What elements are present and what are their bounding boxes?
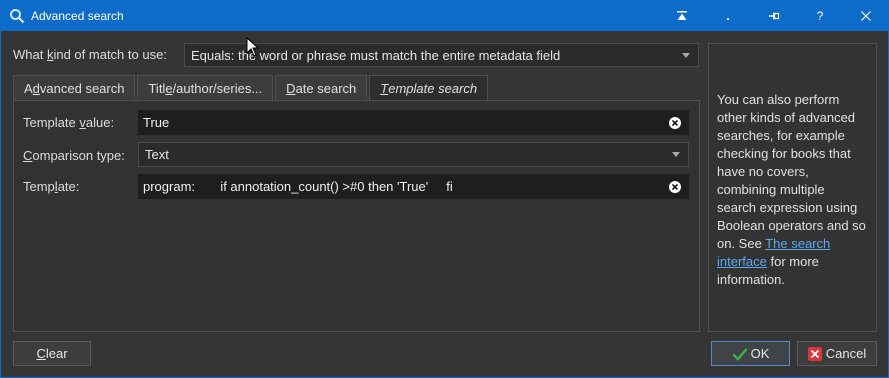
pin-icon (769, 12, 780, 19)
cancel-button[interactable]: Cancel (797, 341, 877, 366)
match-type-label: What kind of match to use: (13, 47, 167, 62)
comparison-type-dropdown[interactable]: Text (138, 142, 689, 167)
clear-icon (672, 120, 678, 126)
tab-date-search[interactable]: Date search (275, 75, 368, 100)
chevron-down-icon (682, 53, 690, 58)
match-type-dropdown[interactable]: Equals: the word or phrase must match th… (184, 43, 699, 67)
ok-label: OK (750, 346, 770, 361)
clear-button[interactable]: Clear (13, 341, 91, 366)
template-value-text: True (143, 115, 170, 130)
chevron-down-icon (672, 152, 680, 157)
minimize-icon (727, 17, 729, 20)
template-input[interactable]: program: if annotation_count() >#0 then … (138, 174, 689, 199)
minimize-button[interactable] (705, 0, 751, 31)
search-icon (10, 8, 25, 23)
window-controls: ? (659, 0, 889, 31)
template-label: Template: (23, 179, 80, 194)
template-text: program: if annotation_count() >#0 then … (143, 179, 453, 194)
cancel-label: Cancel (825, 346, 867, 361)
comparison-type-label: Comparison type: (23, 148, 125, 163)
keep-on-top-button[interactable] (659, 0, 705, 31)
checkmark-icon (732, 347, 748, 361)
close-icon (861, 10, 871, 21)
template-value-input[interactable]: True (138, 110, 689, 135)
ok-button[interactable]: OK (711, 341, 790, 366)
tab-bar: Ad vanced search Titl e/author/series... D… (13, 75, 490, 101)
template-value-label: Template value: (23, 115, 115, 130)
window-title: Advanced search (31, 8, 124, 23)
keep-on-top-icon (677, 10, 687, 20)
comparison-type-value: Text (145, 147, 169, 162)
cancel-icon (807, 346, 822, 361)
tab-title-author-series[interactable]: Titl e/author/series... (137, 75, 274, 100)
tab-advanced-search[interactable]: Ad vanced search (13, 75, 136, 100)
pin-button[interactable] (751, 0, 797, 31)
help-button[interactable]: ? (797, 0, 843, 31)
help-text: You can also perform other kinds of adva… (717, 92, 866, 287)
close-button[interactable] (843, 0, 889, 31)
clear-value-button[interactable] (669, 117, 681, 129)
tab-template-search[interactable]: Template search (369, 75, 489, 101)
title-bar: Advanced search ? (0, 0, 889, 31)
mouse-cursor-icon (246, 37, 260, 57)
clear-template-button[interactable] (669, 181, 681, 193)
clear-icon (672, 184, 678, 190)
